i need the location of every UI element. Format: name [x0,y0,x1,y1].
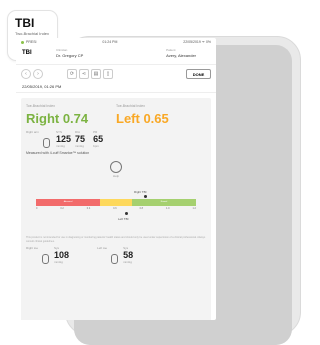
borderline-zone [100,199,132,206]
page-title: TBI [22,50,32,56]
left-toe-sys-value: 58 [123,250,134,260]
right-tbi-label: Right TBI [134,190,147,194]
app-icon-subtitle: Two-Brachial Index [15,31,50,36]
left-toe-sys: Sys 58 mmHg [123,246,133,264]
results-card: Toe-Brachial Index Toe-Brachial Index Ri… [21,98,211,320]
tick-1: 0.2 [60,207,64,210]
tablet-screen: PRESI 01:24 PM 22/05/2019 ᯤ 0% TBI Clini… [16,38,216,320]
time-text: 01:24 PM [102,40,118,44]
left-toe-cuff-icon [111,254,119,264]
left-tbi-marker [125,212,128,215]
right-tbi-marker [144,195,147,198]
chevron-right-icon: › [37,71,39,77]
share-button[interactable]: ⋖ [79,69,89,79]
toe-metrics: Right toe Sys 108 mmHg Left toe Sys 58 m… [26,246,206,264]
share-icon: ⋖ [81,71,87,77]
carrier-text: PRESI [26,40,37,44]
app-icon-title: TBI [15,16,35,30]
patient-label: Patient [166,48,176,52]
right-toe-label: Right toe [26,246,39,250]
help-label: Help [112,174,120,178]
tick-3: 0.6 [113,207,117,210]
page-header: TBI Clinician Dr. Gregory CP Patient Ave… [16,46,216,65]
disclaimer-text: This product is not intended for use in … [26,236,206,243]
right-tbi-value: Right 0.74 [26,111,89,126]
pr-unit: bpm [93,144,99,148]
right-toe-sys-value: 108 [54,250,70,260]
right-toe-sys-unit: mmHg [54,260,63,264]
delete-button[interactable]: ▯ [103,69,113,79]
print-button[interactable]: ▤ [91,69,101,79]
tick-2: 0.4 [86,207,91,210]
normal-zone: Normal [132,199,196,206]
refresh-button[interactable]: ⟳ [67,69,77,79]
right-toe-sys: Sys 108 mmHg [54,246,69,264]
sys-unit: mmHg [56,144,65,148]
left-tbi-label: Left TBI [118,217,129,221]
status-bar: PRESI 01:24 PM 22/05/2019 ᯤ 0% [16,38,216,46]
status-dot [21,40,24,44]
result-labels: Toe-Brachial Index Toe-Brachial Index [26,104,206,108]
clinician-value: Dr. Gregory CP [56,53,84,58]
action-group: ⟳ ⋖ ▤ ▯ [67,69,113,79]
status-right: 22/05/2019 ᯤ 0% [183,39,211,44]
sys-value: 125 [56,134,72,144]
chevron-up-icon [110,161,122,173]
right-result-label: Toe-Brachial Index [26,104,55,108]
done-button[interactable]: DONE [186,69,211,79]
clinician-label: Clinician [56,48,68,52]
help-button[interactable]: Help [26,161,206,178]
toe-cuff-icon [42,254,50,264]
clinician-info: Clinician Dr. Gregory CP [56,48,83,58]
toolbar: ‹ › ⟳ ⋖ ▤ ▯ DONE [16,65,216,83]
tick-0: 0 [36,207,38,210]
measured-note: Measured with 4-cuff Smartoe™ solution [26,151,90,155]
scale-bar: Abnormal Normal [36,199,196,206]
trash-icon: ▯ [106,71,110,77]
left-result-label: Toe-Brachial Index [116,104,145,108]
print-icon: ▤ [93,71,99,77]
result-values: Right 0.74 Left 0.65 [26,111,206,126]
forward-button[interactable]: › [33,69,43,79]
patient-value: Avery, Alexander [166,53,196,58]
left-toe-label: Left toe [97,246,108,250]
right-arm-label: Right arm [26,130,40,134]
tick-5: 1.0 [166,207,170,210]
tick-6: 1.2 [192,207,196,210]
chevron-left-icon: ‹ [25,71,27,77]
refresh-icon: ⟳ [69,71,75,77]
abnormal-zone: Abnormal [36,199,100,206]
dia-metric: DIA 75 mmHg [75,130,85,148]
left-tbi-value: Left 0.65 [116,111,169,126]
tick-4: 0.8 [139,207,144,210]
measurement-date: 22/05/2019, 01:26 PM [16,83,216,93]
dia-unit: mmHg [75,144,84,148]
left-toe-sys-unit: mmHg [123,260,132,264]
scale-ticks: 0 0.2 0.4 0.6 0.8 1.0 1.2 [36,207,196,210]
tbi-scale: Right TBI Abnormal Normal 0 0.2 0.4 0.6 … [26,190,206,221]
back-button[interactable]: ‹ [21,69,31,79]
arm-metrics: Right arm SYS 125 mmHg DIA 75 mmHg PR 65… [26,130,206,148]
cuff-icon [43,138,51,148]
pr-metric: PR 65 bpm [93,130,103,148]
sys-metric: SYS 125 mmHg [56,130,71,148]
dia-value: 75 [75,134,86,144]
patient-info: Patient Avery, Alexander [166,48,196,58]
pr-value: 65 [93,134,104,144]
